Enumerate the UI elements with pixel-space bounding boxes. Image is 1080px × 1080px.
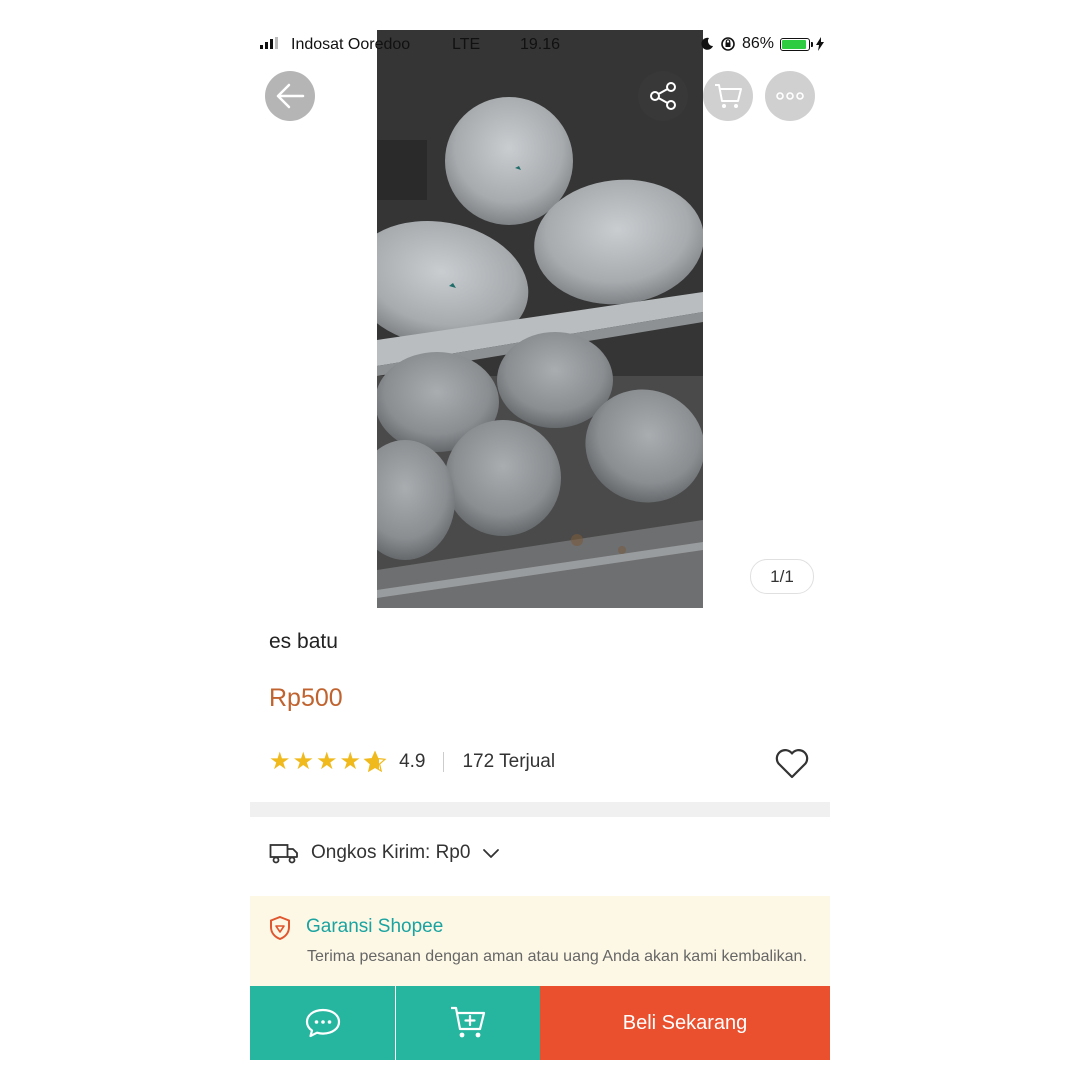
carrier-name: Indosat Ooredoo [291, 36, 411, 53]
share-icon [650, 82, 676, 110]
chat-icon [305, 1008, 340, 1038]
rating-stars: ★ ★ ★ ★ [269, 750, 387, 774]
add-to-cart-button[interactable] [396, 986, 540, 1060]
orientation-lock-icon [721, 37, 735, 51]
guarantee-description: Terima pesanan dengan aman atau uang And… [307, 948, 807, 965]
more-button[interactable] [765, 71, 815, 121]
guarantee-title: Garansi Shopee [306, 916, 444, 937]
shopee-guarantee[interactable]: Garansi Shopee Terima pesanan dengan ama… [250, 896, 830, 996]
shipping-row[interactable]: Ongkos Kirim: Rp0 [269, 842, 500, 864]
section-divider [250, 802, 830, 817]
signal-icon [260, 37, 278, 49]
arrow-left-icon [276, 83, 305, 109]
moon-icon [701, 37, 713, 50]
more-icon [776, 92, 804, 100]
network-type: LTE [452, 36, 481, 53]
product-image-area[interactable]: Indosat Ooredoo LTE 19.16 86% 1/1 [250, 30, 830, 608]
shield-icon [270, 916, 290, 940]
cart-icon [715, 84, 742, 108]
star-icon: ★ [316, 748, 338, 775]
share-button[interactable] [638, 71, 688, 121]
charging-icon [816, 37, 824, 51]
truck-icon [269, 844, 298, 864]
battery-icon [780, 37, 813, 51]
image-counter: 1/1 [750, 559, 814, 594]
status-right: 86% [700, 35, 824, 53]
cart-button[interactable] [703, 71, 753, 121]
battery-percent: 86% [741, 35, 774, 52]
shipping-label: Ongkos Kirim: Rp0 [311, 842, 471, 863]
product-price: Rp500 [269, 684, 343, 712]
star-icon: ★ [339, 748, 362, 775]
product-title: es batu [269, 630, 338, 653]
star-icon: ★ [292, 748, 315, 775]
rating-row: ★ ★ ★ ★ 4.9 172 Terjual [269, 750, 555, 774]
back-button[interactable] [265, 71, 315, 121]
heart-icon [775, 749, 809, 779]
star-half-icon [363, 750, 387, 773]
star-icon: ★ [269, 748, 291, 775]
status-bar: Indosat Ooredoo LTE 19.16 86% [250, 30, 830, 62]
cart-add-icon [451, 1006, 486, 1038]
sold-count: 172 Terjual [462, 751, 556, 772]
bottom-action-bar: Beli Sekarang [250, 986, 830, 1060]
divider [443, 752, 445, 772]
rating-value: 4.9 [399, 751, 426, 772]
clock: 19.16 [520, 36, 561, 53]
phone-screen: Indosat Ooredoo LTE 19.16 86% 1/1 es bat… [250, 30, 830, 1060]
chat-button[interactable] [250, 986, 395, 1060]
chevron-down-icon [483, 849, 500, 858]
buy-now-button[interactable]: Beli Sekarang [540, 986, 830, 1060]
favorite-button[interactable] [774, 748, 810, 785]
signal-strength [260, 37, 278, 49]
